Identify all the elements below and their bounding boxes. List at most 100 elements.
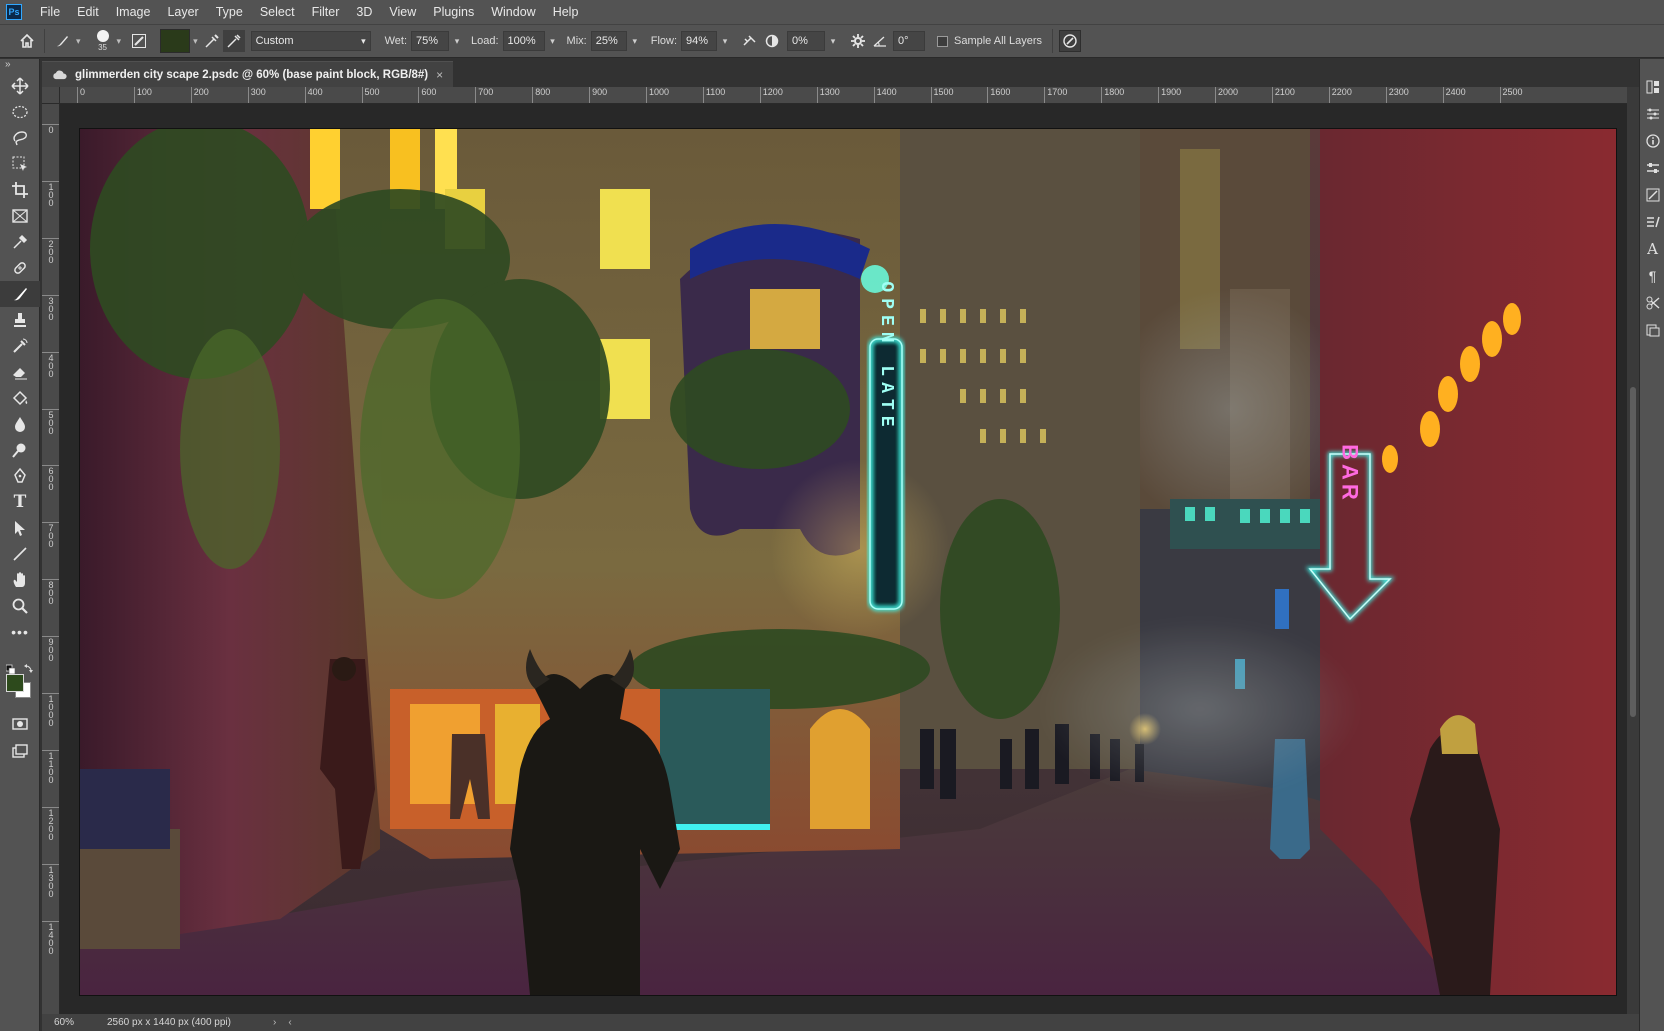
object-selection-icon[interactable] — [0, 151, 40, 177]
menu-plugins[interactable]: Plugins — [425, 0, 483, 24]
airbrush-icon[interactable] — [739, 30, 761, 52]
wet-input[interactable]: 75% — [411, 31, 450, 51]
menu-image[interactable]: Image — [108, 0, 160, 24]
foreground-color-swatch[interactable] — [6, 674, 24, 692]
eyedropper-icon[interactable] — [0, 229, 40, 255]
paragraph-panel-icon[interactable]: ¶ — [1640, 262, 1664, 289]
document-canvas[interactable]: OPEN LATE BAR — [80, 129, 1616, 995]
close-icon[interactable]: × — [436, 68, 443, 82]
preset-value: Custom — [255, 35, 294, 47]
vertical-ruler[interactable]: 0 1 0 0 2 0 0 3 0 0 4 0 0 5 0 0 6 0 0 7 0 0 8 0 … — [42, 104, 60, 1014]
menu-select[interactable]: Select — [252, 0, 304, 24]
preset-select[interactable]: Custom ▾ — [250, 31, 371, 51]
mixer-brush-tool-icon[interactable] — [51, 30, 73, 52]
document-tab[interactable]: glimmerden city scape 2.psdc @ 60% (base… — [42, 61, 454, 87]
crop-tool-icon[interactable] — [0, 177, 40, 203]
smoothing-input[interactable]: 0% — [787, 31, 825, 51]
home-icon[interactable] — [16, 30, 38, 52]
ruler-tick-label: 1 0 0 — [42, 180, 59, 207]
info-panel-icon[interactable] — [1640, 127, 1664, 154]
flow-label: Flow: — [650, 35, 677, 47]
chevron-down-icon[interactable]: ▾ — [193, 36, 198, 47]
ruler-tick-label: 1700 — [1044, 87, 1067, 103]
healing-brush-icon[interactable] — [0, 255, 40, 281]
adjustments-panel-icon[interactable] — [1640, 100, 1664, 127]
ruler-tick-label: 500 — [361, 87, 380, 103]
brush-settings-icon[interactable] — [128, 30, 150, 52]
quick-mask-icon[interactable] — [0, 711, 40, 737]
flow-input[interactable]: 94% — [681, 31, 717, 51]
menu-layer[interactable]: Layer — [159, 0, 207, 24]
dodge-tool-icon[interactable] — [0, 437, 40, 463]
brush-preset-picker[interactable]: 35 — [92, 29, 114, 53]
open-late-sign: OPEN LATE — [876, 281, 896, 432]
color-swatches[interactable] — [6, 666, 36, 698]
frame-tool-icon[interactable] — [0, 203, 40, 229]
vertical-scrollbar[interactable] — [1627, 87, 1639, 1014]
horizontal-ruler[interactable]: 0 100 200 300 400 500 600 700 800 900 1000 1100 1200… — [60, 87, 1629, 104]
chevron-down-icon[interactable]: ▾ — [627, 31, 643, 51]
brush-tool-icon[interactable] — [0, 281, 40, 307]
chevron-down-icon[interactable]: ▾ — [717, 31, 733, 51]
vertical-scrollbar-thumb[interactable] — [1630, 387, 1636, 717]
chevron-down-icon[interactable]: ▾ — [825, 31, 841, 51]
menu-edit[interactable]: Edit — [69, 0, 108, 24]
ruler-tick-label: 3 0 0 — [42, 294, 59, 321]
blur-tool-icon[interactable] — [0, 411, 40, 437]
load-input[interactable]: 100% — [502, 31, 545, 51]
brushes-panel-icon[interactable] — [1640, 208, 1664, 235]
ruler-tick-label: 1400 — [873, 87, 897, 103]
tools-presets-icon[interactable] — [1640, 289, 1664, 316]
menu-window[interactable]: Window — [483, 0, 544, 24]
paint-bucket-icon[interactable] — [0, 385, 40, 411]
character-panel-icon[interactable]: A — [1640, 235, 1664, 262]
scroll-left-arrow[interactable]: ‹ — [288, 1017, 291, 1028]
sample-all-layers-checkbox[interactable] — [937, 35, 948, 47]
clean-brush-icon[interactable] — [222, 30, 245, 52]
zoom-level[interactable]: 60% — [42, 1017, 97, 1028]
path-selection-icon[interactable] — [0, 515, 40, 541]
menu-filter[interactable]: Filter — [304, 0, 349, 24]
pressure-icon[interactable] — [1059, 30, 1082, 52]
ruler-tick-label: 0 — [77, 87, 85, 103]
properties-panel-icon[interactable] — [1640, 154, 1664, 181]
menu-file[interactable]: File — [32, 0, 69, 24]
chevron-down-icon[interactable]: ▾ — [76, 36, 81, 47]
load-brush-icon[interactable] — [201, 30, 223, 52]
elliptical-marquee-icon[interactable] — [0, 99, 40, 125]
status-menu-arrow[interactable]: › — [273, 1017, 276, 1028]
menu-help[interactable]: Help — [545, 0, 588, 24]
current-brush-load-swatch[interactable] — [160, 29, 191, 53]
zoom-tool-icon[interactable] — [0, 593, 40, 619]
menu-type[interactable]: Type — [208, 0, 252, 24]
chevron-down-icon[interactable]: ▾ — [545, 31, 561, 51]
brush-settings-panel-icon[interactable] — [1640, 181, 1664, 208]
screen-mode-icon[interactable] — [0, 738, 40, 764]
smoothing-icon[interactable] — [761, 30, 783, 52]
angle-input[interactable]: 0° — [893, 31, 925, 51]
collapse-panel-icon[interactable]: » — [0, 59, 39, 73]
move-tool-icon[interactable] — [0, 73, 40, 99]
ruler-tick-label: 4 0 0 — [42, 351, 59, 378]
chevron-down-icon[interactable]: ▾ — [449, 31, 465, 51]
tools-panel: » T ••• — [0, 59, 40, 1031]
ruler-tick-label: 2000 — [1215, 87, 1238, 103]
hand-tool-icon[interactable] — [0, 567, 40, 593]
gear-icon[interactable] — [847, 30, 869, 52]
mix-input[interactable]: 25% — [590, 31, 627, 51]
ruler-origin[interactable] — [42, 87, 60, 104]
lasso-tool-icon[interactable] — [0, 125, 40, 151]
clone-stamp-icon[interactable] — [0, 307, 40, 333]
chevron-down-icon[interactable]: ▾ — [117, 36, 122, 47]
eraser-tool-icon[interactable] — [0, 359, 40, 385]
menu-3d[interactable]: 3D — [348, 0, 381, 24]
canvas-workspace[interactable]: OPEN LATE BAR — [60, 104, 1629, 1014]
more-tools-icon[interactable]: ••• — [0, 619, 40, 645]
type-tool-icon[interactable]: T — [0, 489, 40, 515]
line-tool-icon[interactable] — [0, 541, 40, 567]
clone-source-icon[interactable] — [1640, 316, 1664, 343]
history-panel-icon[interactable] — [1640, 73, 1664, 100]
history-brush-icon[interactable] — [0, 333, 40, 359]
menu-view[interactable]: View — [381, 0, 425, 24]
pen-tool-icon[interactable] — [0, 463, 40, 489]
